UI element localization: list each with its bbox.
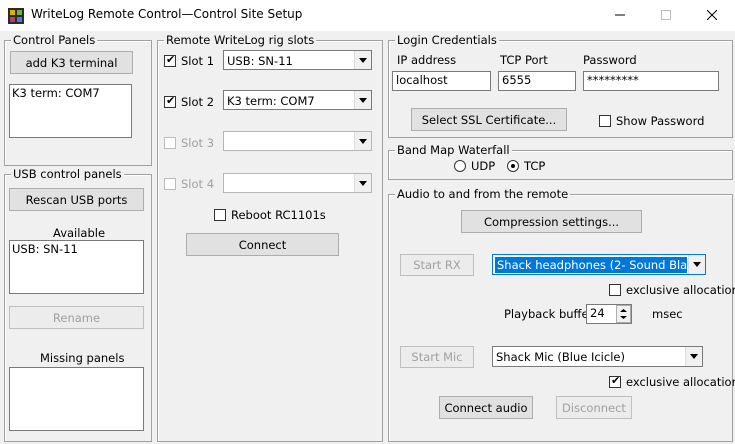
slot-3-select[interactable] [223, 131, 372, 151]
audio-legend: Audio to and from the remote [395, 187, 571, 201]
rename-button[interactable]: Rename [9, 306, 144, 329]
tcp-label[interactable]: TCP [524, 159, 545, 173]
rx-device-select[interactable]: Shack headphones (2- Sound Blaster Or [492, 254, 706, 275]
check-icon: ✔ [611, 374, 621, 387]
mic-exclusive-allocation-checkbox[interactable]: ✔ [609, 374, 621, 388]
slot-3-checkbox[interactable] [164, 137, 176, 149]
connect-button[interactable]: Connect [186, 233, 339, 256]
slot-4-select[interactable] [223, 173, 372, 193]
compression-settings-button[interactable]: Compression settings... [461, 210, 642, 233]
available-panels-list[interactable]: USB: SN-11 [9, 240, 144, 294]
usb-panels-legend: USB control panels [11, 167, 124, 181]
minimize-icon [615, 9, 625, 23]
login-credentials-legend: Login Credentials [395, 33, 499, 47]
rx-exclusive-allocation-label[interactable]: exclusive allocation [626, 283, 735, 297]
window-title: WriteLog Remote Control—Control Site Set… [31, 7, 303, 21]
band-map-waterfall-group: Band Map Waterfall [388, 143, 733, 180]
slot-3-label[interactable]: Slot 3 [181, 136, 214, 150]
list-item[interactable]: K3 term: COM7 [12, 86, 129, 100]
missing-panels-list[interactable] [9, 367, 144, 431]
title-bar: WriteLog Remote Control—Control Site Set… [0, 0, 735, 31]
missing-panels-label: Missing panels [40, 351, 125, 365]
playback-unit-label: msec [652, 307, 683, 321]
band-map-waterfall-legend: Band Map Waterfall [395, 143, 512, 157]
slot-2-checkbox[interactable]: ✔ [164, 94, 176, 108]
show-password-label[interactable]: Show Password [616, 114, 704, 128]
reboot-rc1101s-checkbox[interactable] [214, 209, 226, 221]
check-icon: ✔ [166, 53, 176, 66]
udp-label[interactable]: UDP [471, 159, 495, 173]
playback-buffer-spinner[interactable] [616, 305, 631, 323]
slot-2-label[interactable]: Slot 2 [181, 95, 214, 109]
ip-address-input[interactable]: localhost [392, 71, 491, 91]
app-icon [8, 8, 24, 24]
tcp-port-label: TCP Port [500, 53, 548, 67]
slot-1-value: USB: SN-11 [227, 54, 293, 68]
slot-1-label[interactable]: Slot 1 [181, 54, 214, 68]
playback-buffer-label: Playback buffer [504, 307, 594, 321]
password-input[interactable]: ********* [583, 71, 719, 91]
radio-selected-dot [511, 164, 515, 168]
slot-4-label[interactable]: Slot 4 [181, 177, 214, 191]
slot-4-checkbox[interactable] [164, 178, 176, 190]
check-icon: ✔ [166, 94, 176, 107]
close-button[interactable] [689, 0, 735, 31]
start-mic-button[interactable]: Start Mic [400, 346, 474, 368]
available-label: Available [53, 226, 106, 240]
chevron-down-icon[interactable] [685, 347, 702, 366]
tcp-radio[interactable] [507, 160, 519, 172]
slot-2-value: K3 term: COM7 [227, 94, 315, 108]
connect-audio-button[interactable]: Connect audio [439, 396, 533, 419]
chevron-down-icon[interactable] [688, 255, 705, 274]
udp-radio[interactable] [454, 160, 466, 172]
control-panels-list[interactable]: K3 term: COM7 [9, 84, 132, 138]
slot-2-select[interactable]: K3 term: COM7 [223, 90, 372, 110]
ip-address-label: IP address [397, 53, 457, 67]
chevron-down-icon[interactable] [354, 132, 371, 150]
minimize-button[interactable] [597, 0, 643, 31]
slot-1-checkbox[interactable]: ✔ [164, 53, 176, 67]
rig-slots-legend: Remote WriteLog rig slots [164, 33, 317, 47]
maximize-button[interactable] [643, 0, 689, 31]
show-password-checkbox[interactable] [599, 115, 611, 127]
reboot-rc1101s-label[interactable]: Reboot RC1101s [231, 208, 326, 222]
tcp-port-input[interactable]: 6555 [498, 71, 576, 91]
add-k3-terminal-button[interactable]: add K3 terminal [10, 51, 133, 74]
rx-exclusive-allocation-checkbox[interactable] [609, 284, 621, 296]
mic-device-select[interactable]: Shack Mic (Blue Icicle) [492, 346, 703, 367]
slot-1-select[interactable]: USB: SN-11 [223, 50, 372, 70]
close-icon [706, 9, 718, 23]
maximize-icon [661, 9, 671, 23]
mic-device-value: Shack Mic (Blue Icicle) [496, 350, 625, 364]
rx-device-value: Shack headphones (2- Sound Blaster Or [495, 257, 687, 273]
rescan-usb-button[interactable]: Rescan USB ports [9, 188, 144, 211]
disconnect-button[interactable]: Disconnect [556, 396, 632, 419]
password-label: Password [583, 53, 637, 67]
chevron-down-icon[interactable] [354, 174, 371, 192]
control-panels-legend: Control Panels [11, 33, 98, 47]
list-item[interactable]: USB: SN-11 [12, 242, 141, 256]
chevron-down-icon[interactable] [354, 51, 371, 69]
mic-exclusive-allocation-label[interactable]: exclusive allocation [626, 375, 735, 389]
start-rx-button[interactable]: Start RX [400, 254, 474, 276]
chevron-down-icon[interactable] [354, 91, 371, 109]
select-ssl-certificate-button[interactable]: Select SSL Certificate... [411, 108, 567, 131]
